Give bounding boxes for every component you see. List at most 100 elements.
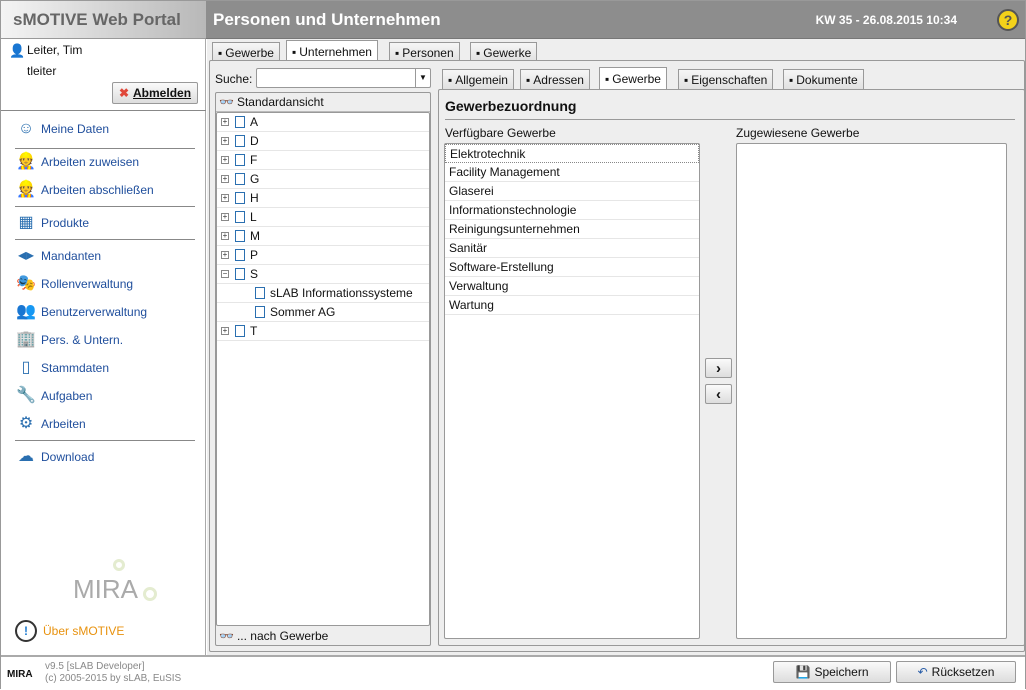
tree-node[interactable]: sLAB Informationssysteme	[217, 284, 429, 303]
sidebar-item-7[interactable]: 🏢 Pers. & Untern.	[15, 329, 123, 351]
sidebar-item-1[interactable]: 👷 Arbeiten zuweisen	[15, 151, 139, 173]
detail-panel: Gewerbezuordnung Verfügbare Gewerbe Zuge…	[438, 89, 1025, 646]
tree-node[interactable]: + M	[217, 227, 429, 246]
list-item[interactable]: Glaserei	[445, 182, 699, 201]
document-icon	[235, 249, 245, 261]
search-input[interactable]: ▼	[256, 68, 431, 88]
app-title: sMOTIVE Web Portal	[13, 10, 181, 29]
cloud-download-icon: ☁	[18, 448, 34, 465]
add-button[interactable]: ›	[705, 358, 732, 378]
users-icon: 👥	[16, 303, 36, 320]
glasses-icon: 👓	[219, 628, 234, 643]
list-item[interactable]: Informationstechnologie	[445, 201, 699, 220]
tree-node[interactable]: + D	[217, 132, 429, 151]
mira-small-logo: MIRA	[7, 669, 33, 680]
undo-icon: ↶	[917, 665, 928, 679]
tab-gewerke[interactable]: ▪ Gewerke	[470, 42, 538, 62]
tree-node[interactable]: + L	[217, 208, 429, 227]
tab-unternehmen[interactable]: ▪ Unternehmen	[286, 40, 378, 62]
list-item[interactable]: Sanitär	[445, 239, 699, 258]
app-header: sMOTIVE Web Portal	[1, 1, 206, 39]
help-icon[interactable]: ?	[997, 9, 1019, 31]
expand-icon[interactable]: +	[221, 156, 229, 164]
sidebar-item-8[interactable]: ▯ Stammdaten	[15, 357, 109, 379]
document-icon	[235, 154, 245, 166]
floppy-icon: 💾	[795, 665, 811, 679]
tablet-icon: ▯	[21, 359, 31, 376]
expand-icon[interactable]: +	[221, 327, 229, 335]
document-icon	[235, 192, 245, 204]
sidebar-item-label: Benutzerverwaltung	[41, 305, 148, 319]
logout-button[interactable]: ✖ Abmelden	[112, 82, 198, 104]
collapse-icon[interactable]: −	[221, 270, 229, 278]
sidebar-item-4[interactable]: ◂▸ Mandanten	[15, 245, 101, 267]
sidebar-item-0[interactable]: ☺ Meine Daten	[15, 118, 109, 140]
sidebar-item-2[interactable]: 👷 Arbeiten abschließen	[15, 179, 154, 201]
tree-footer[interactable]: 👓... nach Gewerbe	[216, 626, 430, 645]
sidebar-item-label: Stammdaten	[41, 361, 110, 375]
datetime: KW 35 - 26.08.2015 10:34	[815, 13, 957, 27]
tab-personen[interactable]: ▪ Personen	[389, 42, 460, 62]
reset-button[interactable]: ↶ Rücksetzen	[896, 661, 1016, 683]
masks-icon: 🎭	[16, 275, 36, 292]
tree-node[interactable]: + A	[217, 113, 429, 132]
expand-icon[interactable]: +	[221, 213, 229, 221]
logout-label: Abmelden	[133, 86, 192, 100]
sidebar-item-10[interactable]: ⚙ Arbeiten	[15, 413, 86, 435]
available-list[interactable]: Elektrotechnik Facility Management Glasere…	[444, 143, 700, 639]
mira-logo: MIRA	[73, 559, 163, 609]
expand-icon[interactable]: +	[221, 251, 229, 259]
user-name: Leiter, Tim	[27, 43, 83, 57]
tab-eigenschaften[interactable]: ▪ Eigenschaften	[678, 69, 774, 89]
list-item[interactable]: Reinigungsunternehmen	[445, 220, 699, 239]
tree-node[interactable]: Sommer AG	[217, 303, 429, 322]
tree-node[interactable]: + G	[217, 170, 429, 189]
expand-icon[interactable]: +	[221, 175, 229, 183]
document-icon	[235, 325, 245, 337]
list-item[interactable]: Software-Erstellung	[445, 258, 699, 277]
tab-icon: ▪	[789, 72, 794, 87]
assigned-list[interactable]	[736, 143, 1007, 639]
sidebar-item-6[interactable]: 👥 Benutzerverwaltung	[15, 301, 147, 323]
tab-gewerbe[interactable]: ▪ Gewerbe	[212, 42, 280, 62]
list-item[interactable]: Facility Management	[445, 163, 699, 182]
assigned-label: Zugewiesene Gewerbe	[736, 126, 860, 140]
list-item[interactable]: Wartung	[445, 296, 699, 315]
worker-done-icon: 👷	[16, 181, 36, 198]
sidebar-item-3[interactable]: ▦ Produkte	[15, 212, 89, 234]
expand-icon[interactable]: +	[221, 232, 229, 240]
info-icon: !	[15, 620, 37, 642]
remove-button[interactable]: ‹	[705, 384, 732, 404]
save-button[interactable]: 💾 Speichern	[773, 661, 891, 683]
tab-icon: ▪	[476, 45, 481, 60]
tab-gewerbe[interactable]: ▪ Gewerbe	[599, 67, 667, 89]
tab-adressen[interactable]: ▪ Adressen	[520, 69, 590, 89]
section-title: Gewerbezuordnung	[445, 98, 577, 114]
sidebar: 👤 Leiter, Tim tleiter ✖ Abmelden ☺ Meine D…	[1, 39, 206, 655]
tree-header[interactable]: 👓 Standardansicht	[216, 93, 430, 112]
tab-dokumente[interactable]: ▪ Dokumente	[783, 69, 864, 89]
tree-node[interactable]: + H	[217, 189, 429, 208]
sidebar-item-5[interactable]: 🎭 Rollenverwaltung	[15, 273, 133, 295]
sidebar-item-label: Pers. & Untern.	[41, 333, 124, 347]
tree-node[interactable]: + P	[217, 246, 429, 265]
list-item[interactable]: Verwaltung	[445, 277, 699, 296]
tree-node[interactable]: + T	[217, 322, 429, 341]
tab-allgemein[interactable]: ▪ Allgemein	[442, 69, 514, 89]
company-tree[interactable]: + A + D + F + G + H + L + M + P − SsLAB Informationssyste…	[216, 112, 430, 626]
chevron-down-icon[interactable]: ▼	[415, 69, 430, 87]
tree-node[interactable]: + F	[217, 151, 429, 170]
sidebar-item-9[interactable]: 🔧 Aufgaben	[15, 385, 92, 407]
expand-icon[interactable]: +	[221, 194, 229, 202]
tree-node[interactable]: − S	[217, 265, 429, 284]
wrench-icon: 🔧	[16, 387, 36, 404]
list-item[interactable]: Elektrotechnik	[445, 144, 699, 163]
about-link[interactable]: ! Über sMOTIVE	[15, 620, 124, 642]
page-header: Personen und Unternehmen KW 35 - 26.08.2…	[206, 1, 1025, 39]
sidebar-item-label: Meine Daten	[41, 122, 110, 136]
expand-icon[interactable]: +	[221, 137, 229, 145]
expand-icon[interactable]: +	[221, 118, 229, 126]
tab-icon: ▪	[605, 71, 610, 86]
sidebar-item-11[interactable]: ☁ Download	[15, 446, 94, 468]
sidebar-item-label: Rollenverwaltung	[41, 277, 134, 291]
